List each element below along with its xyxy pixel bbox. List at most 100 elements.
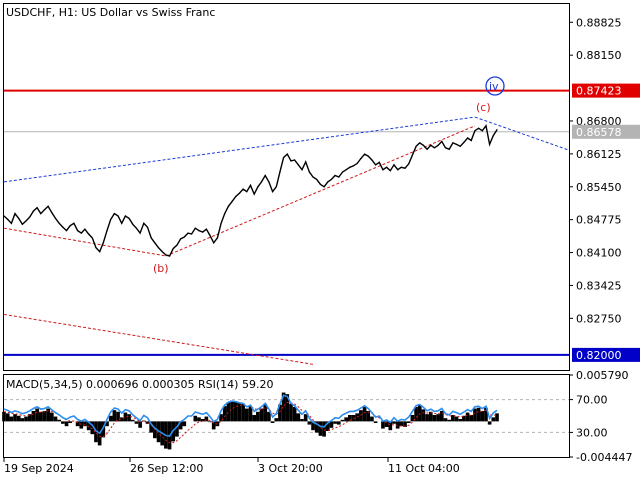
price-point <box>345 169 347 171</box>
macd-bar <box>9 416 14 422</box>
price-point <box>419 142 421 144</box>
price-point <box>308 171 310 173</box>
macd-bar <box>42 410 47 422</box>
price-point <box>227 205 230 207</box>
price-point <box>279 171 281 173</box>
price-point <box>294 159 296 161</box>
price-point <box>268 181 270 183</box>
macd-bar <box>322 421 326 437</box>
price-point <box>389 170 391 172</box>
price-point <box>21 223 23 225</box>
price-point <box>452 142 454 144</box>
y-tick-label: 0.86125 <box>576 148 622 161</box>
price-point <box>7 218 9 221</box>
price-point <box>408 163 410 165</box>
macd-bar <box>233 401 238 422</box>
price-point <box>374 164 377 166</box>
price-point <box>113 212 115 215</box>
macd-bar <box>197 417 201 422</box>
macd-bar <box>473 408 477 422</box>
price-point <box>238 192 241 194</box>
price-point <box>363 153 366 155</box>
price-point <box>382 169 384 171</box>
macd-bar <box>381 421 385 429</box>
macd-bar <box>108 415 113 422</box>
price-point <box>360 157 362 160</box>
macd-bar <box>370 416 374 422</box>
wave-label-c: (c) <box>476 101 491 114</box>
macd-bar <box>436 414 440 422</box>
macd-bar <box>31 410 36 422</box>
macd-bar <box>57 419 62 422</box>
macd-bar <box>256 411 260 422</box>
price-point <box>404 167 406 169</box>
price-point <box>246 191 248 193</box>
y-tick-label: 0.83425 <box>576 279 622 292</box>
main-panel-frame <box>3 3 570 371</box>
price-point <box>330 178 333 181</box>
macd-bar <box>476 407 481 422</box>
price-point <box>40 212 42 215</box>
indicator-tick-label: 30.00 <box>576 426 608 439</box>
macd-bar <box>5 413 10 422</box>
macd-bar <box>447 419 451 422</box>
price-point <box>437 144 439 146</box>
macd-bar <box>50 412 54 422</box>
price-point <box>135 227 138 229</box>
price-point <box>271 191 274 193</box>
indicator-tick-label: 70.00 <box>576 394 608 407</box>
price-point <box>286 153 288 155</box>
price-point <box>165 254 167 256</box>
price-point <box>297 164 299 166</box>
price-point <box>88 233 90 235</box>
price-point <box>378 161 380 163</box>
macd-bar <box>38 411 43 422</box>
macd-bar <box>116 411 120 422</box>
price-point <box>168 255 171 257</box>
macd-bar <box>252 414 257 422</box>
price-point <box>334 174 336 177</box>
chart-svg: 0.888250.881500.868000.861250.854500.847… <box>2 3 640 475</box>
price-point <box>356 162 358 164</box>
lower-trend-line-ab <box>3 227 166 257</box>
price-point <box>327 181 329 183</box>
macd-bar <box>307 421 312 425</box>
price-point <box>176 244 178 246</box>
price-point <box>249 184 252 186</box>
macd-bar <box>112 410 117 422</box>
macd-bar <box>24 416 28 422</box>
price-point <box>25 220 27 222</box>
macd-bar <box>406 421 411 423</box>
macd-bar <box>465 412 470 422</box>
price-point <box>124 215 127 217</box>
wave-label-iv: iv <box>489 80 499 93</box>
macd-bar <box>182 421 187 427</box>
price-point <box>154 242 156 244</box>
price-point <box>110 218 112 221</box>
x-tick-label: 11 Oct 04:00 <box>388 462 460 475</box>
price-point <box>235 195 237 198</box>
y-tick-label: 0.82750 <box>576 312 622 325</box>
price-point <box>58 222 60 224</box>
x-axis-layer: 19 Sep 2024 26 Sep 12:00 3 Oct 20:00 11 Oct… <box>3 458 460 475</box>
price-point <box>43 209 46 211</box>
price-point <box>264 174 266 177</box>
price-point <box>32 210 35 212</box>
price-point <box>191 233 193 235</box>
price-point <box>275 186 277 188</box>
price-point <box>301 169 303 171</box>
price-point <box>305 161 307 163</box>
lower-channel-line <box>3 313 316 366</box>
macd-bar <box>127 414 131 422</box>
macd-bar <box>296 413 301 422</box>
macd-bar <box>138 421 142 428</box>
macd-bar <box>487 421 492 425</box>
x-tick-label: 19 Sep 2024 <box>4 462 74 475</box>
price-point <box>422 144 425 146</box>
macd-bar <box>134 421 139 424</box>
price-point <box>448 148 450 150</box>
price-point <box>47 205 49 207</box>
price-point <box>338 176 340 178</box>
macd-bar <box>130 419 135 422</box>
price-point <box>76 230 79 232</box>
